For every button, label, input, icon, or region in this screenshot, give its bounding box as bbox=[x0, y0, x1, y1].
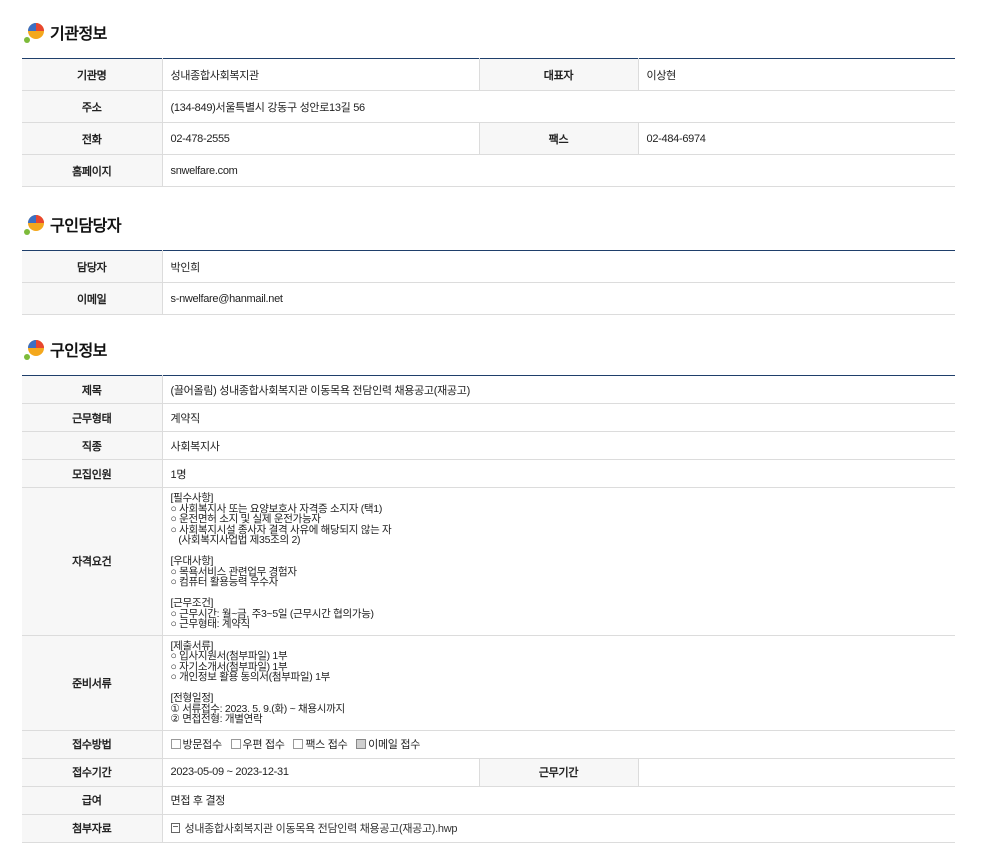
attachment-link[interactable]: 성내종합사회복지관 이동목욕 전담인력 채용공고(재공고).hwp bbox=[185, 823, 458, 835]
table-row: 주소 (134-849)서울특별시 강동구 성안로13길 56 bbox=[22, 90, 955, 123]
method-options: 방문접수 우편 접수 팩스 접수 이메일 접수 bbox=[162, 730, 955, 759]
section-logo-icon bbox=[24, 215, 44, 235]
phone-value: 02-478-2555 bbox=[162, 122, 479, 155]
contact-table: 담당자 박인희 이메일 s-nwelfare@hanmail.net bbox=[22, 250, 955, 315]
method-mail: 우편 접수 bbox=[230, 739, 285, 751]
manager-value: 박인희 bbox=[162, 250, 955, 283]
address-label: 주소 bbox=[22, 90, 163, 123]
table-row: 접수방법 방문접수 우편 접수 팩스 접수 이메일 접수 bbox=[22, 730, 955, 759]
table-row: 준비서류 [제출서류] ○ 입사지원서(첨부파일) 1부 ○ 자기소개서(첨부파… bbox=[22, 635, 955, 731]
section-logo-icon bbox=[24, 23, 44, 43]
attachment-label: 첨부자료 bbox=[22, 814, 163, 843]
rep-label: 대표자 bbox=[478, 58, 639, 91]
table-row: 담당자 박인희 bbox=[22, 250, 955, 283]
section-title-text: 구인정보 bbox=[50, 343, 107, 360]
table-row: 근무형태 계약직 bbox=[22, 403, 955, 432]
method-fax: 팩스 접수 bbox=[293, 739, 348, 751]
section-logo-icon bbox=[24, 340, 44, 360]
period-label: 접수기간 bbox=[22, 758, 163, 787]
table-row: 기관명 성내종합사회복지관 대표자 이상현 bbox=[22, 58, 955, 91]
job-title-value: (끌어올림) 성내종합사회복지관 이동목욕 전담인력 채용공고(재공고) bbox=[162, 375, 955, 404]
table-row: 제목 (끌어올림) 성내종합사회복지관 이동목욕 전담인력 채용공고(재공고) bbox=[22, 375, 955, 404]
table-row: 접수기간 2023-05-09 ~ 2023-12-31 근무기간 bbox=[22, 758, 955, 787]
table-row: 홈페이지 snwelfare.com bbox=[22, 154, 955, 187]
table-row: 모집인원 1명 bbox=[22, 459, 955, 488]
homepage-label: 홈페이지 bbox=[22, 154, 163, 187]
job-title-label: 제목 bbox=[22, 375, 163, 404]
section-title-job: 구인정보 bbox=[22, 336, 107, 362]
section-title-contact: 구인담당자 bbox=[22, 211, 122, 237]
attachment-cell: 성내종합사회복지관 이동목욕 전담인력 채용공고(재공고).hwp bbox=[162, 814, 955, 843]
category-value: 사회복지사 bbox=[162, 431, 955, 460]
salary-label: 급여 bbox=[22, 786, 163, 815]
headcount-value: 1명 bbox=[162, 459, 955, 488]
address-value: (134-849)서울특별시 강동구 성안로13길 56 bbox=[162, 90, 955, 123]
method-email: 이메일 접수 bbox=[356, 739, 420, 751]
checkbox-fax bbox=[293, 739, 304, 749]
work-type-label: 근무형태 bbox=[22, 403, 163, 432]
org-name-value: 성내종합사회복지관 bbox=[162, 58, 479, 91]
work-type-value: 계약직 bbox=[162, 403, 955, 432]
period-value: 2023-05-09 ~ 2023-12-31 bbox=[162, 758, 479, 787]
section-title-text: 구인담당자 bbox=[50, 218, 122, 235]
homepage-value[interactable]: snwelfare.com bbox=[162, 154, 955, 187]
fax-value: 02-484-6974 bbox=[638, 122, 955, 155]
rep-value: 이상현 bbox=[638, 58, 955, 91]
table-row: 자격요건 [필수사항] ○ 사회복지사 또는 요양보호사 자격증 소지자 (택1… bbox=[22, 487, 955, 636]
work-period-value bbox=[638, 758, 955, 787]
salary-value: 면접 후 결정 bbox=[162, 786, 955, 815]
table-row: 첨부자료 성내종합사회복지관 이동목욕 전담인력 채용공고(재공고).hwp bbox=[22, 814, 955, 843]
qualification-value: [필수사항] ○ 사회복지사 또는 요양보호사 자격증 소지자 (택1) ○ 운… bbox=[162, 487, 955, 636]
checkbox-mail bbox=[230, 739, 241, 749]
manager-label: 담당자 bbox=[22, 250, 163, 283]
org-name-label: 기관명 bbox=[22, 58, 163, 91]
table-row: 이메일 s-nwelfare@hanmail.net bbox=[22, 282, 955, 315]
documents-label: 준비서류 bbox=[22, 635, 163, 731]
file-icon bbox=[170, 823, 180, 833]
work-period-label: 근무기간 bbox=[478, 758, 639, 787]
phone-label: 전화 bbox=[22, 122, 163, 155]
checkbox-email bbox=[356, 739, 367, 749]
checkbox-visit bbox=[170, 739, 181, 749]
documents-value: [제출서류] ○ 입사지원서(첨부파일) 1부 ○ 자기소개서(첨부파일) 1부… bbox=[162, 635, 955, 731]
qualification-label: 자격요건 bbox=[22, 487, 163, 636]
email-label: 이메일 bbox=[22, 282, 163, 315]
email-value[interactable]: s-nwelfare@hanmail.net bbox=[162, 282, 955, 315]
headcount-label: 모집인원 bbox=[22, 459, 163, 488]
fax-label: 팩스 bbox=[478, 122, 639, 155]
method-label: 접수방법 bbox=[22, 730, 163, 759]
section-title-text: 기관정보 bbox=[50, 26, 107, 43]
category-label: 직종 bbox=[22, 431, 163, 460]
table-row: 전화 02-478-2555 팩스 02-484-6974 bbox=[22, 122, 955, 155]
section-title-org: 기관정보 bbox=[22, 19, 107, 45]
table-row: 급여 면접 후 결정 bbox=[22, 786, 955, 815]
org-info-table: 기관명 성내종합사회복지관 대표자 이상현 주소 (134-849)서울특별시 … bbox=[22, 58, 955, 187]
table-row: 직종 사회복지사 bbox=[22, 431, 955, 460]
job-info-table: 제목 (끌어올림) 성내종합사회복지관 이동목욕 전담인력 채용공고(재공고) … bbox=[22, 375, 955, 843]
method-visit: 방문접수 bbox=[170, 739, 222, 751]
